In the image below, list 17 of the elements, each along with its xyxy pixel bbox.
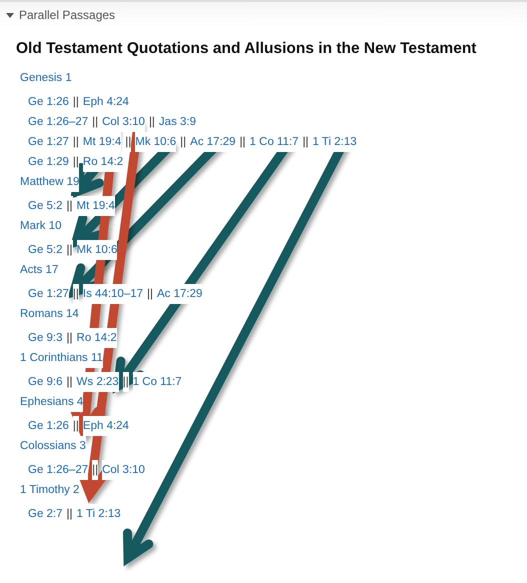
reference-link[interactable]: Col 3:10 (102, 112, 145, 132)
collapse-toggle[interactable]: Parallel Passages (6, 8, 116, 22)
separator: || (92, 460, 98, 480)
reference-link[interactable]: Ws 2:23 (76, 372, 119, 392)
reference-link[interactable]: Ro 14:2 (76, 328, 117, 348)
caret-icon (6, 11, 14, 19)
reference-link[interactable]: Eph 4:24 (82, 416, 129, 436)
reference-link[interactable]: Mt 19:4 (76, 196, 115, 216)
chapter-link[interactable]: 1 Corinthians 11 (20, 348, 103, 368)
reference-link[interactable]: Mt 19:4 (82, 132, 122, 152)
chapter-link[interactable]: Matthew 19 (20, 172, 80, 192)
reference-link[interactable]: Ro 14:2 (82, 152, 124, 172)
reference-link[interactable]: Ac 17:29 (157, 284, 202, 304)
reference-link[interactable]: Mk 10:6 (135, 132, 176, 152)
reference-link[interactable]: Mk 10:6 (76, 240, 118, 260)
reference-link[interactable]: Is 44:10–17 (82, 284, 144, 304)
section-title: Old Testament Quotations and Allusions in the New Testament (16, 40, 478, 58)
